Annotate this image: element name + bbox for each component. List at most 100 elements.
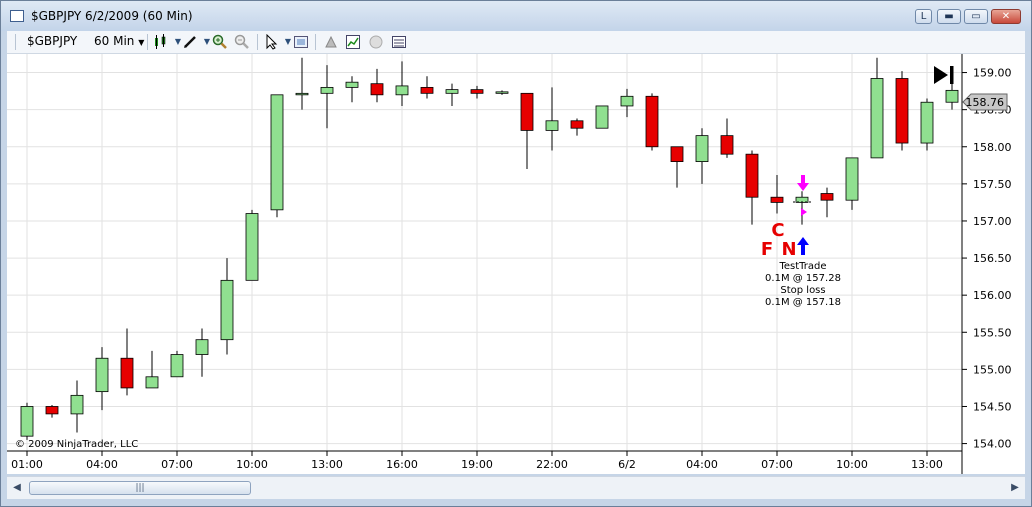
x-tick-label: 13:00 — [311, 458, 343, 471]
candle-body — [945, 89, 959, 103]
candle[interactable] — [420, 76, 434, 99]
instrument-selector[interactable]: $GBPJPY — [27, 34, 77, 48]
x-tick-label: 04:00 — [86, 458, 118, 471]
candle-body — [395, 85, 409, 96]
y-tick-label: 157.00 — [973, 215, 1012, 228]
zoom-in-icon[interactable] — [212, 34, 228, 50]
candle[interactable] — [770, 174, 784, 214]
candle[interactable] — [345, 76, 359, 103]
candle[interactable] — [645, 93, 659, 151]
candle[interactable] — [895, 71, 909, 151]
candle[interactable] — [470, 85, 484, 99]
candle-body — [420, 86, 434, 94]
link-button[interactable]: L — [915, 9, 932, 24]
candle-body — [445, 89, 459, 94]
candle[interactable] — [45, 404, 59, 418]
candle[interactable] — [570, 118, 584, 136]
properties-icon[interactable] — [293, 34, 309, 50]
candle-body — [270, 94, 284, 211]
candle[interactable] — [595, 105, 609, 129]
candle[interactable] — [920, 98, 934, 151]
price-chart[interactable]: 159.00158.50158.00157.50157.00156.50156.… — [7, 54, 1025, 474]
buy-arrow-icon — [797, 237, 809, 255]
candle-body — [495, 91, 509, 94]
candle-body — [720, 135, 734, 155]
current-price-label: 158.76 — [966, 96, 1005, 109]
toolbar-separator — [147, 34, 148, 50]
candlestick-icon[interactable] — [153, 34, 169, 50]
y-tick-label: 154.50 — [973, 400, 1012, 413]
horizontal-scrollbar[interactable]: ◀ ||| ▶ — [7, 476, 1025, 499]
cursor-icon[interactable] — [264, 33, 280, 50]
candle[interactable] — [545, 87, 559, 151]
candle[interactable] — [370, 68, 384, 103]
candle-body — [345, 81, 359, 88]
scroll-to-end-button[interactable] — [934, 66, 954, 84]
y-tick-label: 158.00 — [973, 141, 1012, 154]
candle-body — [120, 357, 134, 389]
chart-trader-icon[interactable] — [345, 34, 361, 50]
candle[interactable] — [795, 191, 809, 225]
data-box-icon[interactable] — [391, 34, 407, 50]
candle[interactable] — [245, 209, 259, 281]
candle[interactable] — [20, 402, 34, 440]
candle[interactable] — [70, 380, 84, 433]
candle[interactable] — [120, 328, 134, 396]
candle-body — [45, 406, 59, 415]
candle-body — [895, 78, 909, 144]
candle-body — [620, 95, 634, 107]
strategy-icon[interactable] — [323, 34, 339, 50]
candle[interactable] — [295, 57, 309, 110]
candle[interactable] — [620, 88, 634, 118]
candle[interactable] — [270, 94, 284, 218]
annotation-line: 0.1M @ 157.28 — [765, 273, 841, 284]
maximize-button[interactable]: ▭ — [964, 9, 988, 24]
candle[interactable] — [695, 128, 709, 184]
pencil-icon[interactable] — [182, 34, 198, 50]
candle-body — [670, 146, 684, 162]
zoom-out-icon[interactable] — [234, 34, 250, 50]
candle[interactable] — [395, 61, 409, 106]
copyright-label: © 2009 NinjaTrader, LLC — [15, 439, 138, 450]
title-bar[interactable]: $GBPJPY 6/2/2009 (60 Min) L ▬ ▭ ✕ — [1, 1, 1031, 31]
candle-body — [645, 95, 659, 148]
candle-body — [20, 406, 34, 437]
candle[interactable] — [745, 150, 759, 225]
candle-body — [845, 157, 859, 201]
candle-body — [920, 101, 934, 144]
interval-selector[interactable]: 60 Min ▼ — [94, 34, 144, 48]
y-tick-label: 156.00 — [973, 289, 1012, 302]
close-button[interactable]: ✕ — [991, 9, 1021, 24]
candle[interactable] — [495, 90, 509, 95]
scroll-left-icon[interactable]: ◀ — [11, 481, 23, 495]
toolbar-separator — [15, 34, 16, 50]
scrollbar-thumb[interactable]: ||| — [29, 481, 251, 495]
x-tick-label: 19:00 — [461, 458, 493, 471]
candle[interactable] — [720, 118, 734, 158]
candle-body — [220, 279, 234, 341]
close-marker-label: C — [771, 220, 784, 241]
y-tick-label: 155.50 — [973, 326, 1012, 339]
candle[interactable] — [320, 65, 334, 129]
candle[interactable] — [520, 92, 534, 170]
circle-icon[interactable] — [368, 34, 384, 50]
price-chart-svg[interactable]: 159.00158.50158.00157.50157.00156.50156.… — [7, 54, 1025, 474]
candle[interactable] — [220, 258, 234, 355]
candle-body — [95, 357, 109, 393]
candle[interactable] — [95, 347, 109, 411]
fill-marker-label: F — [761, 239, 773, 260]
x-tick-label: 22:00 — [536, 458, 568, 471]
current-price-marker: 158.76 — [962, 93, 1008, 111]
toolbar-separator — [315, 34, 316, 50]
scroll-right-icon[interactable]: ▶ — [1009, 481, 1021, 495]
candle[interactable] — [445, 83, 459, 106]
candle[interactable] — [845, 157, 859, 210]
candle[interactable] — [170, 350, 184, 378]
interval-label: 60 Min — [94, 34, 135, 48]
chart-window: $GBPJPY 6/2/2009 (60 Min) L ▬ ▭ ✕ $GBPJP… — [0, 0, 1032, 507]
candle-body — [870, 78, 884, 159]
minimize-button[interactable]: ▬ — [937, 9, 961, 24]
x-tick-label: 01:00 — [11, 458, 43, 471]
candle[interactable] — [670, 146, 684, 188]
candle[interactable] — [820, 187, 834, 218]
